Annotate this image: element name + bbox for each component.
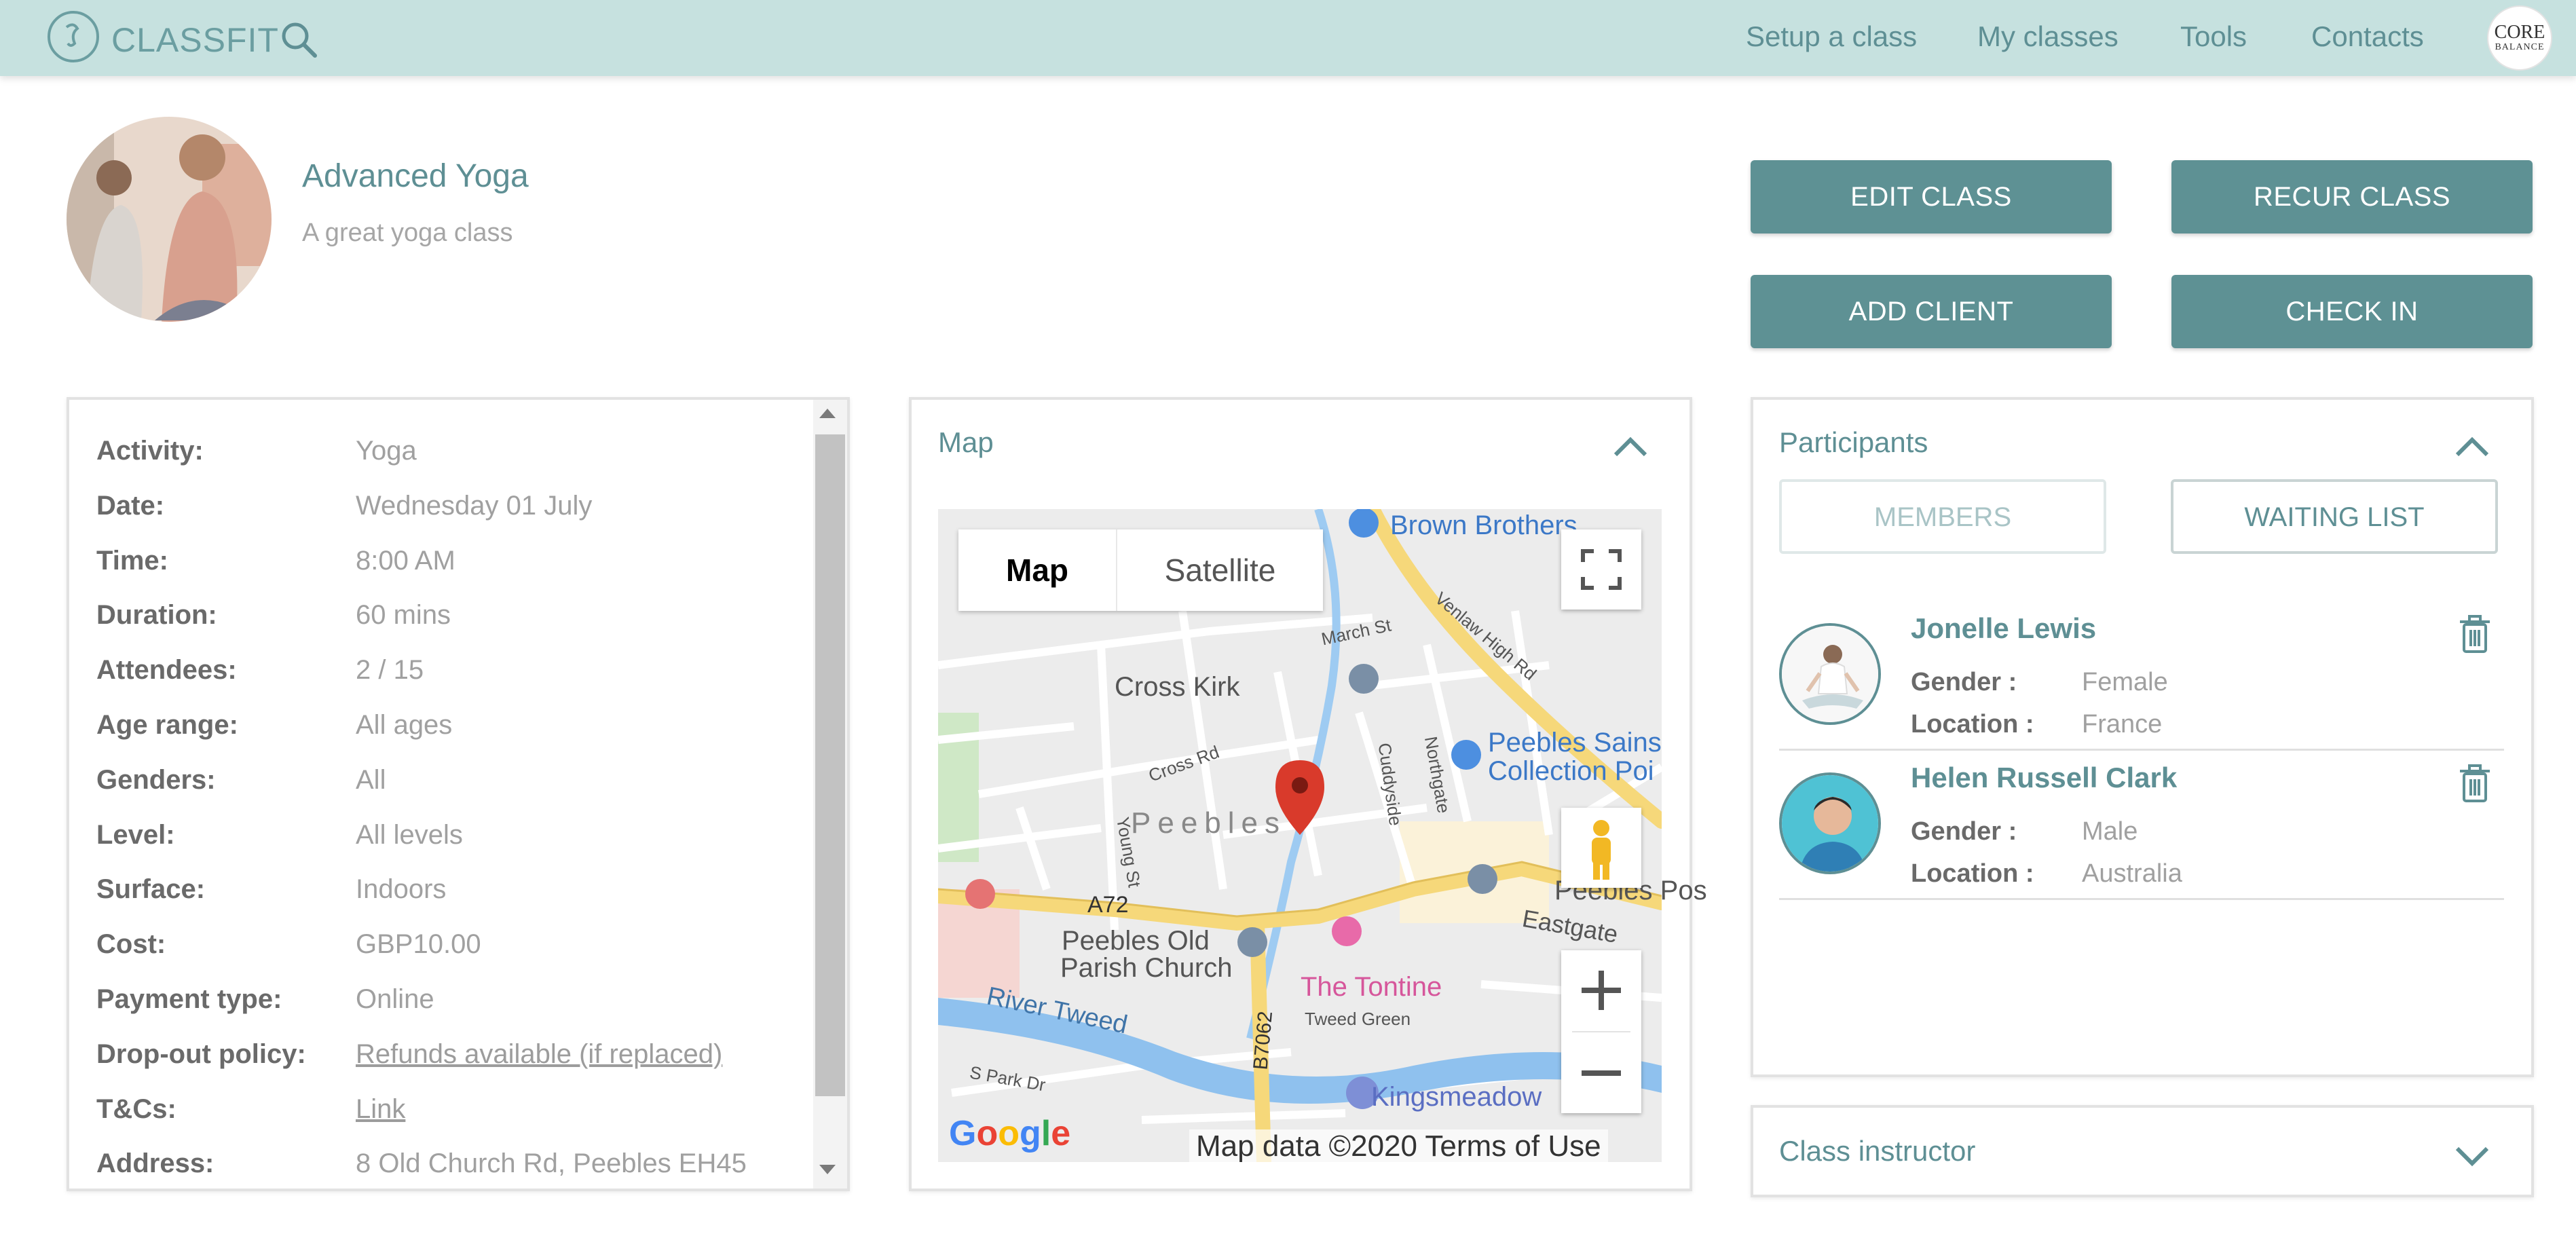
map-label: Kingsmeadow [1371, 1082, 1542, 1112]
scroll-up-icon[interactable] [819, 409, 836, 418]
details-scroll-thumb[interactable] [815, 434, 845, 1096]
detail-label: Level: [96, 820, 175, 850]
detail-value: All ages [356, 710, 453, 740]
nav-setup-class[interactable]: Setup a class [1746, 20, 1917, 53]
brand-line-2: BALANCE [2495, 42, 2545, 52]
divider [1779, 898, 2504, 900]
detail-value: Yoga [356, 436, 417, 466]
detail-label: Payment type: [96, 984, 282, 1014]
detail-value: 8:00 AM [356, 546, 455, 576]
detail-value: 8 Old Church Rd, Peebles EH45 [356, 1148, 747, 1178]
map-label: Peebles Sains [1488, 728, 1662, 758]
map-label: Cross Kirk [1115, 672, 1240, 702]
participants-title: Participants [1779, 426, 1928, 458]
participant-name[interactable]: Helen Russell Clark [1911, 762, 2177, 794]
trash-icon[interactable] [2457, 763, 2493, 804]
detail-value: Indoors [356, 874, 447, 904]
participant-location: Australia [2082, 859, 2182, 888]
detail-label: Drop-out policy: [96, 1039, 306, 1069]
avatar[interactable] [1779, 623, 1881, 725]
edit-class-button[interactable]: EDIT CLASS [1751, 160, 2112, 233]
detail-value: Wednesday 01 July [356, 491, 593, 521]
detail-label: Genders: [96, 765, 216, 795]
map-label: The Tontine [1301, 972, 1442, 1002]
detail-value: 60 mins [356, 600, 451, 630]
detail-value[interactable]: Refunds available (if replaced) [356, 1039, 722, 1070]
chevron-down-icon[interactable] [2453, 1144, 2491, 1167]
google-logo: Google [949, 1114, 1071, 1153]
avatar[interactable] [1779, 772, 1881, 874]
fullscreen-icon[interactable] [1561, 529, 1641, 610]
chevron-up-icon[interactable] [2453, 434, 2491, 457]
map-credit[interactable]: Map data ©2020 Terms of Use [1189, 1129, 1608, 1163]
map-type-map-tab[interactable]: Map [958, 529, 1116, 611]
class-title: Advanced Yoga [302, 158, 529, 194]
detail-label: Address: [96, 1148, 214, 1178]
members-tab[interactable]: MEMBERS [1779, 479, 2106, 554]
class-subtitle: A great yoga class [302, 219, 513, 247]
map-label: Peebles Old [1062, 926, 1210, 956]
detail-label: Cost: [96, 929, 166, 959]
detail-label: Surface: [96, 874, 206, 904]
pegman-icon[interactable] [1561, 808, 1641, 888]
detail-value: 2 / 15 [356, 655, 424, 685]
nav-my-classes[interactable]: My classes [1977, 20, 2118, 53]
trash-icon[interactable] [2457, 614, 2493, 654]
map-label: A72 [1087, 892, 1129, 918]
nav-contacts[interactable]: Contacts [2311, 20, 2424, 53]
class-photo [67, 117, 272, 322]
zoom-out-icon[interactable] [1561, 1033, 1641, 1113]
detail-value: All [356, 765, 386, 795]
divider [1779, 749, 2504, 751]
gender-label: Gender : [1911, 668, 2017, 696]
map-type-satellite-tab[interactable]: Satellite [1116, 529, 1323, 611]
detail-label: Activity: [96, 436, 204, 466]
class-instructor-title[interactable]: Class instructor [1779, 1135, 1975, 1167]
map-label: Collection Poi [1488, 756, 1654, 786]
zoom-in-icon[interactable] [1561, 950, 1641, 1030]
detail-value: GBP10.00 [356, 929, 481, 959]
nav-tools[interactable]: Tools [2180, 20, 2247, 53]
detail-label: Age range: [96, 710, 238, 740]
map-label: Peebles [1131, 806, 1287, 840]
check-in-button[interactable]: CHECK IN [2171, 275, 2533, 348]
detail-label: Date: [96, 491, 165, 521]
detail-label: Attendees: [96, 655, 237, 685]
map-label: Parish Church [1060, 953, 1233, 983]
add-client-button[interactable]: ADD CLIENT [1751, 275, 2112, 348]
brand-line-1: CORE [2494, 22, 2545, 43]
map-label: Tweed Green [1305, 1009, 1411, 1029]
waiting-list-tab[interactable]: WAITING LIST [2171, 479, 2498, 554]
detail-value: All levels [356, 820, 463, 850]
search-icon[interactable] [278, 19, 319, 60]
detail-label: Duration: [96, 600, 217, 630]
gender-label: Gender : [1911, 817, 2017, 846]
participant-gender: Male [2082, 817, 2138, 846]
app-name[interactable]: CLASSFIT [111, 20, 279, 60]
location-label: Location : [1911, 710, 2034, 738]
scroll-down-icon[interactable] [819, 1165, 836, 1174]
classfit-logo-icon[interactable] [48, 11, 99, 62]
participant-gender: Female [2082, 668, 2168, 696]
recur-class-button[interactable]: RECUR CLASS [2171, 160, 2533, 233]
chevron-up-icon[interactable] [1611, 434, 1649, 457]
detail-label: T&Cs: [96, 1094, 176, 1124]
detail-value[interactable]: Link [356, 1094, 405, 1125]
detail-label: Time: [96, 546, 168, 576]
account-avatar[interactable]: CORE BALANCE [2487, 5, 2552, 71]
zoom-divider [1572, 1031, 1630, 1032]
map-label: Brown Brothers [1390, 510, 1578, 540]
participant-name[interactable]: Jonelle Lewis [1911, 612, 2096, 645]
location-label: Location : [1911, 859, 2034, 888]
detail-value: Online [356, 984, 434, 1014]
map-panel-title: Map [938, 426, 994, 458]
participant-location: France [2082, 710, 2163, 738]
